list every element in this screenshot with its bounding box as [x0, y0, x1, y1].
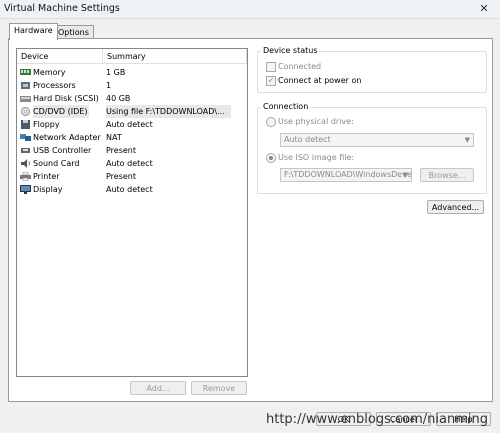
device-name: Floppy	[33, 120, 60, 129]
tab-hardware[interactable]: Hardware	[9, 23, 58, 40]
chevron-down-icon: ▼	[402, 171, 408, 179]
device-summary: Auto detect	[106, 159, 153, 168]
device-row-memory[interactable]: Memory 1 GB	[18, 66, 246, 79]
device-row-hard-disk[interactable]: Hard Disk (SCSI) 40 GB	[18, 92, 246, 105]
display-icon	[20, 185, 31, 194]
device-row-sound-card[interactable]: Sound Card Auto detect	[18, 157, 246, 170]
connection-label: Connection	[261, 102, 311, 111]
connect-at-power-on-label: Connect at power on	[278, 76, 362, 85]
device-name: Printer	[33, 172, 60, 181]
close-button[interactable]: ✕	[476, 2, 492, 15]
advanced-button[interactable]: Advanced...	[427, 200, 484, 214]
iso-path-value: F:\TDDOWNLOAD\WindowsDeve	[284, 170, 412, 179]
column-header-device[interactable]: Device	[17, 49, 103, 64]
usb-icon	[20, 146, 31, 155]
add-button[interactable]: Add...	[130, 381, 186, 395]
iso-image-radio[interactable]	[266, 153, 276, 163]
device-summary: Auto detect	[106, 185, 153, 194]
column-header-summary[interactable]: Summary	[103, 49, 247, 64]
iso-path-input[interactable]: F:\TDDOWNLOAD\WindowsDeve ▼	[280, 168, 412, 182]
device-summary: 1	[106, 81, 112, 90]
chevron-down-icon: ▼	[464, 136, 470, 144]
connect-at-power-on-checkbox[interactable]: ✓	[266, 76, 276, 86]
window-title: Virtual Machine Settings	[4, 3, 120, 14]
iso-image-label: Use ISO image file:	[278, 153, 355, 162]
device-summary: Present	[106, 172, 137, 181]
device-summary: Using file F:\TDDOWNLOAD\...	[106, 105, 231, 118]
close-icon: ✕	[479, 2, 489, 15]
checkmark-icon: ✓	[267, 76, 275, 85]
device-name: CD/DVD (IDE)	[33, 105, 90, 118]
radio-dot	[269, 156, 273, 160]
device-row-usb-controller[interactable]: USB Controller Present	[18, 144, 246, 157]
device-summary: Present	[106, 146, 137, 155]
tab-options[interactable]: Options	[53, 25, 94, 39]
device-status-group	[257, 51, 487, 93]
processor-icon	[20, 81, 31, 90]
device-summary: 40 GB	[106, 94, 131, 103]
device-row-processors[interactable]: Processors 1	[18, 79, 246, 92]
device-name: USB Controller	[33, 146, 92, 155]
physical-drive-radio[interactable]	[266, 117, 276, 127]
memory-icon	[20, 68, 31, 77]
device-name: Network Adapter	[33, 133, 101, 142]
device-name: Sound Card	[33, 159, 80, 168]
device-status-label: Device status	[261, 46, 320, 55]
printer-icon	[20, 171, 31, 182]
device-summary: 1 GB	[106, 68, 126, 77]
device-row-cd-dvd[interactable]: CD/DVD (IDE) Using file F:\TDDOWNLOAD\..…	[18, 105, 246, 118]
device-name: Hard Disk (SCSI)	[33, 94, 99, 103]
device-summary: NAT	[106, 133, 122, 142]
browse-button[interactable]: Browse...	[420, 168, 474, 182]
network-adapter-icon	[20, 133, 31, 142]
physical-drive-label: Use physical drive:	[278, 117, 354, 126]
device-name: Display	[33, 185, 63, 194]
device-list[interactable]: Device Summary Memory 1 GB Processors 1 …	[16, 48, 248, 377]
cd-dvd-icon	[20, 106, 31, 117]
device-row-printer[interactable]: Printer Present	[18, 170, 246, 183]
device-row-display[interactable]: Display Auto detect	[18, 183, 246, 196]
device-row-floppy[interactable]: Floppy Auto detect	[18, 118, 246, 131]
sound-card-icon	[20, 159, 31, 168]
device-name: Processors	[33, 81, 76, 90]
physical-drive-value: Auto detect	[284, 135, 331, 144]
connected-label: Connected	[278, 62, 322, 71]
remove-button[interactable]: Remove	[191, 381, 247, 395]
connected-checkbox[interactable]	[266, 62, 276, 72]
device-row-network-adapter[interactable]: Network Adapter NAT	[18, 131, 246, 144]
floppy-icon	[20, 120, 31, 129]
hard-disk-icon	[20, 94, 31, 103]
physical-drive-select[interactable]: Auto detect ▼	[280, 133, 474, 147]
watermark-text: http://www.cnblogs.com/nianming	[266, 412, 488, 427]
device-name: Memory	[33, 68, 66, 77]
device-summary: Auto detect	[106, 120, 153, 129]
